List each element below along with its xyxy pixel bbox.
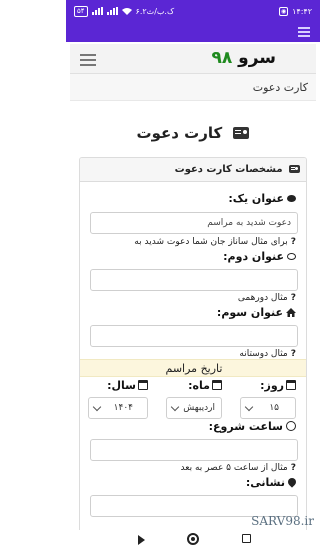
year-select[interactable]: ۱۴۰۴ — [88, 397, 148, 419]
brand-logo[interactable]: سرو ۹۸ — [211, 48, 276, 68]
title2-label-text: عنوان دوم: — [223, 250, 284, 263]
brand-name: سرو — [238, 48, 276, 68]
wifi-icon — [121, 8, 132, 15]
year-label-text: سال: — [107, 379, 136, 392]
invitation-card-form: مشخصات کارت دعوت عنوان یک: دعوت شدید به … — [79, 157, 307, 537]
brand-number: ۹۸ — [211, 48, 233, 68]
calendar-icon — [212, 380, 222, 390]
month-label: ماه: — [188, 379, 222, 392]
month-label-text: ماه: — [188, 379, 210, 392]
menu-icon[interactable] — [298, 27, 310, 39]
address-label-text: نشانی: — [245, 476, 285, 489]
start-time-label-text: ساعت شروع: — [208, 420, 283, 433]
signal-icon-2 — [106, 7, 118, 15]
chevron-down-icon — [170, 402, 180, 412]
breadcrumb: کارت دعوت — [70, 74, 316, 101]
battery-icon: ۵۴ — [74, 5, 88, 17]
title3-label-text: عنوان سوم: — [216, 306, 283, 319]
notification-icon: ◉ — [279, 6, 289, 16]
title2-hint-text: مثال دورهمی — [237, 293, 288, 303]
system-nav-bar — [66, 530, 320, 550]
chevron-down-icon — [244, 402, 254, 412]
navbar: سرو ۹۸ — [70, 44, 316, 74]
title1-hint-text: برای مثال ساناز جان شما دعوت شدید به — [134, 237, 288, 247]
status-bar: ۵۴ ۶.۲ک.ب/ث ◉ ۱۴:۴۲ — [66, 0, 320, 22]
title3-label: عنوان سوم: — [217, 306, 296, 319]
page-title-text: کارت دعوت — [136, 124, 223, 142]
title3-hint: ?مثال دوستانه — [239, 349, 296, 359]
start-time-hint-text: مثال از ساعت ۵ عصر به بعد — [180, 463, 288, 473]
title1-label-text: عنوان یک: — [228, 192, 284, 205]
top-strip — [66, 22, 320, 42]
home-button-icon[interactable] — [187, 533, 199, 545]
home-icon — [286, 308, 296, 317]
title1-hint: ?برای مثال ساناز جان شما دعوت شدید به — [134, 237, 296, 247]
year-label: سال: — [107, 379, 148, 392]
day-select-value: ۱۵ — [269, 403, 279, 413]
page-title: کارت دعوت — [66, 124, 320, 142]
title3-hint-text: مثال دوستانه — [239, 349, 288, 359]
day-select[interactable]: ۱۵ — [240, 397, 296, 419]
year-select-value: ۱۴۰۴ — [113, 403, 133, 413]
title1-input[interactable]: دعوت شدید به مراسم — [90, 212, 298, 234]
start-time-hint: ?مثال از ساعت ۵ عصر به بعد — [180, 463, 296, 473]
month-select-value: اردیبهش — [183, 403, 215, 413]
watermark: SARV98.ir — [251, 514, 314, 528]
clock-icon — [286, 421, 296, 431]
title2-hint: ?مثال دورهمی — [237, 293, 296, 303]
title1-label: عنوان یک: — [228, 192, 296, 205]
day-label-text: روز: — [260, 379, 284, 392]
recent-apps-icon[interactable] — [242, 534, 251, 543]
chevron-down-icon — [92, 402, 102, 412]
start-time-input[interactable] — [90, 439, 298, 461]
day-label: روز: — [260, 379, 296, 392]
map-pin-icon — [286, 476, 298, 488]
ceremony-date-heading: تاریخ مراسم — [80, 359, 306, 377]
comment-icon — [287, 195, 296, 202]
clock-time: ۱۴:۴۲ — [292, 6, 312, 16]
calendar-icon — [138, 380, 148, 390]
signal-icon — [91, 7, 103, 15]
address-label: نشانی: — [245, 476, 298, 489]
start-time-label: ساعت شروع: — [209, 420, 296, 433]
title2-input[interactable] — [90, 269, 298, 291]
title2-label: عنوان دوم: — [223, 250, 296, 263]
hamburger-menu-button[interactable] — [78, 51, 98, 67]
card-header: مشخصات کارت دعوت — [80, 158, 306, 182]
id-card-icon — [233, 127, 250, 139]
comment-outline-icon — [287, 253, 296, 260]
card-header-text: مشخصات کارت دعوت — [174, 164, 283, 175]
month-select[interactable]: اردیبهش — [166, 397, 222, 419]
calendar-icon — [286, 380, 296, 390]
back-icon[interactable] — [138, 535, 145, 545]
title3-input[interactable] — [90, 325, 298, 347]
id-card-icon — [289, 165, 300, 173]
network-speed: ۶.۲ک.ب/ث — [135, 6, 175, 16]
